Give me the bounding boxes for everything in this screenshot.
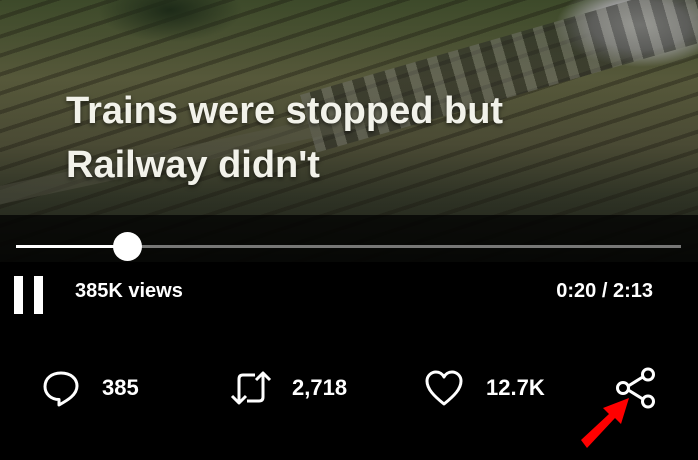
like-count: 12.7K bbox=[486, 375, 545, 400]
caption-line-1: Trains were stopped but bbox=[66, 90, 504, 132]
like-button[interactable]: 12.7K bbox=[424, 368, 545, 408]
pause-icon-bar bbox=[34, 276, 43, 314]
pointer-arrow-icon bbox=[581, 398, 629, 448]
repost-icon bbox=[230, 371, 272, 405]
like-icon bbox=[425, 370, 463, 406]
progress-scrubber[interactable] bbox=[113, 232, 143, 261]
view-count: 385K views bbox=[75, 280, 183, 302]
reply-icon bbox=[43, 371, 79, 407]
repost-button[interactable]: 2,718 bbox=[229, 368, 347, 408]
reply-count: 385 bbox=[102, 375, 139, 400]
repost-count: 2,718 bbox=[292, 375, 348, 400]
caption-line-2: Railway didn't bbox=[66, 144, 320, 186]
playback-time: 0:20 / 2:13 bbox=[556, 280, 653, 302]
pause-icon bbox=[14, 276, 23, 314]
video-frame[interactable]: Trains were stopped but Railway didn't bbox=[0, 0, 698, 262]
progress-fill bbox=[16, 245, 128, 248]
reply-button[interactable]: 385 bbox=[42, 368, 139, 408]
video-caption: Trains were stopped but Railway didn't bbox=[66, 84, 503, 192]
progress-bar[interactable] bbox=[16, 232, 681, 261]
pause-button[interactable] bbox=[14, 276, 44, 314]
video-controls-shade bbox=[0, 215, 698, 262]
